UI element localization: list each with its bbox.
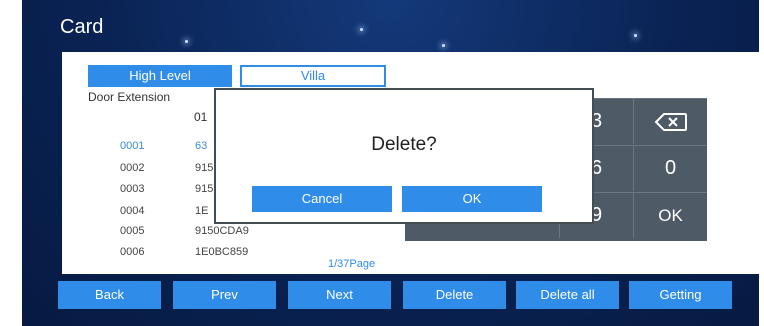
row-index: 0006: [120, 246, 145, 258]
page-indicator: 1/37Page: [328, 258, 376, 270]
row-code: 915: [195, 162, 214, 174]
column-label: Door Extension: [88, 90, 171, 104]
delete-dialog: Delete? Cancel OK: [214, 88, 594, 224]
list-item[interactable]: 0006 1E0BC859: [120, 246, 320, 264]
star-decoration: [360, 28, 363, 31]
back-button[interactable]: Back: [58, 281, 161, 309]
row-index: 0004: [120, 205, 145, 217]
star-decoration: [634, 34, 637, 37]
tab-villa[interactable]: Villa: [240, 65, 386, 87]
star-decoration: [185, 40, 188, 43]
column-value: 01: [194, 110, 208, 124]
row-index: 0005: [120, 225, 145, 237]
row-code: 9150CDA9: [195, 225, 249, 237]
row-index: 0003: [120, 183, 145, 195]
row-code: 63: [195, 140, 208, 152]
list-item[interactable]: 0005 9150CDA9: [120, 225, 320, 243]
device-screen: Card High Level Villa Door Extension 01 …: [22, 0, 759, 326]
delete-button[interactable]: Delete: [403, 281, 506, 309]
page-title: Card: [60, 16, 104, 38]
key-0[interactable]: 0: [633, 145, 707, 191]
next-button[interactable]: Next: [288, 281, 391, 309]
row-index: 0001: [120, 140, 145, 152]
key-backspace[interactable]: [633, 98, 707, 144]
row-code: 915: [195, 183, 214, 195]
tab-high-level[interactable]: High Level: [88, 65, 232, 87]
row-code: 1E: [195, 205, 209, 217]
delete-all-button[interactable]: Delete all: [516, 281, 619, 309]
ok-button[interactable]: OK: [402, 186, 542, 212]
cancel-button[interactable]: Cancel: [252, 186, 392, 212]
row-index: 0002: [120, 162, 145, 174]
backspace-icon: [654, 112, 687, 131]
dialog-message: Delete?: [371, 134, 437, 155]
prev-button[interactable]: Prev: [173, 281, 276, 309]
getting-button[interactable]: Getting: [629, 281, 732, 309]
star-decoration: [442, 44, 445, 47]
row-code: 1E0BC859: [195, 246, 249, 258]
key-ok[interactable]: OK: [633, 192, 707, 238]
